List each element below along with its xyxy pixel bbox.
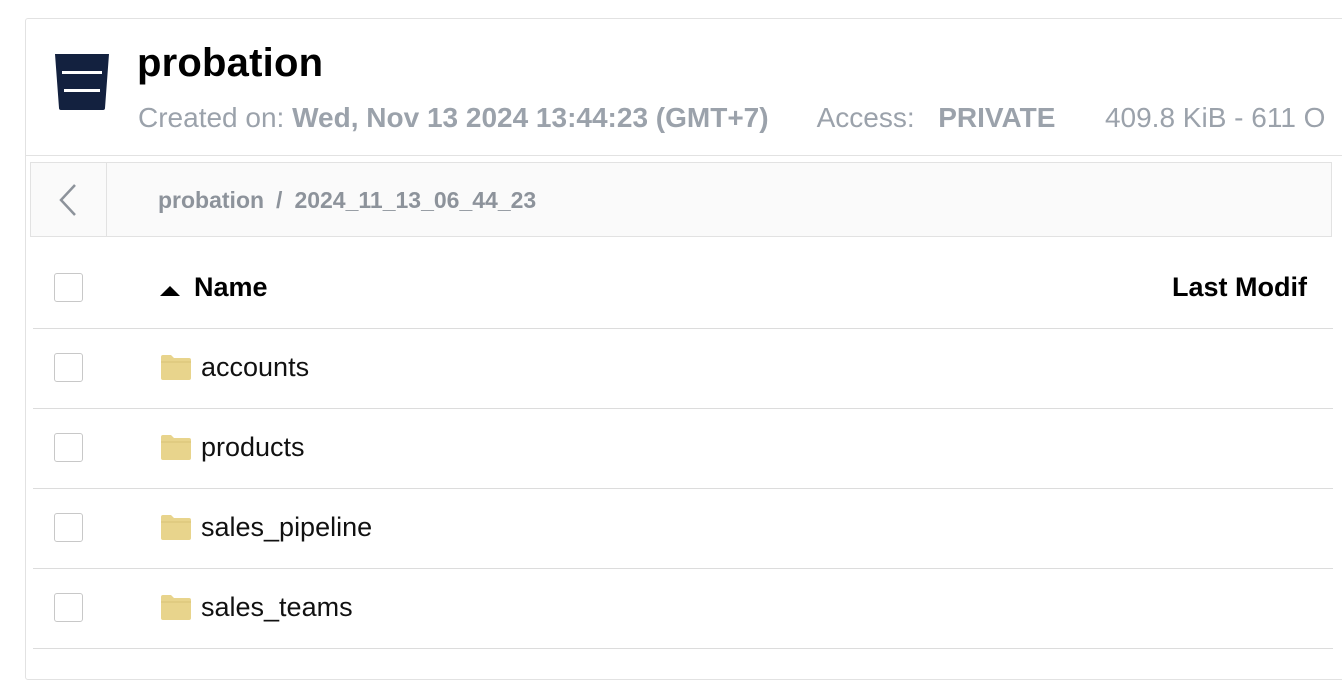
column-header-name[interactable]: Name: [194, 272, 268, 303]
breadcrumb-separator: /: [276, 187, 283, 213]
column-header-last-modified[interactable]: Last Modif: [1172, 272, 1307, 303]
back-button[interactable]: [31, 163, 107, 236]
table-row[interactable]: products: [33, 409, 1333, 489]
chevron-left-icon: [59, 184, 76, 216]
row-checkbox[interactable]: [54, 513, 83, 542]
table-header: Name Last Modif: [33, 237, 1333, 329]
table-row[interactable]: accounts: [33, 329, 1333, 409]
bucket-header: probation Created on: Wed, Nov 13 2024 1…: [26, 19, 1342, 156]
breadcrumb-current[interactable]: 2024_11_13_06_44_23: [294, 187, 536, 213]
table-row[interactable]: sales_pipeline: [33, 489, 1333, 569]
breadcrumb-bar: probation / 2024_11_13_06_44_23: [30, 162, 1332, 237]
row-checkbox[interactable]: [54, 353, 83, 382]
folder-name[interactable]: accounts: [201, 352, 309, 383]
created-value: Wed, Nov 13 2024 13:44:23 (GMT+7): [292, 102, 769, 133]
folder-icon: [161, 515, 191, 540]
object-table: Name Last Modif accounts products sales_…: [33, 237, 1333, 649]
row-checkbox[interactable]: [54, 593, 83, 622]
breadcrumb-root[interactable]: probation: [158, 187, 264, 213]
bucket-title: probation: [137, 41, 324, 85]
folder-name[interactable]: products: [201, 432, 305, 463]
created-label: Created on:: [138, 102, 285, 133]
bucket-meta: Created on: Wed, Nov 13 2024 13:44:23 (G…: [138, 102, 1325, 134]
access-label: Access:: [816, 102, 915, 133]
folder-name[interactable]: sales_teams: [201, 592, 353, 623]
usage-summary: 409.8 KiB - 611 O: [1104, 102, 1326, 133]
folder-icon: [161, 595, 191, 620]
table-row[interactable]: sales_teams: [33, 569, 1333, 649]
select-all-checkbox[interactable]: [54, 273, 83, 302]
sort-ascending-icon[interactable]: [159, 285, 181, 297]
folder-icon: [161, 355, 191, 380]
bucket-icon: [55, 54, 109, 110]
breadcrumb: probation / 2024_11_13_06_44_23: [158, 187, 536, 214]
row-checkbox[interactable]: [54, 433, 83, 462]
folder-icon: [161, 435, 191, 460]
folder-name[interactable]: sales_pipeline: [201, 512, 372, 543]
access-value: PRIVATE: [938, 102, 1056, 133]
